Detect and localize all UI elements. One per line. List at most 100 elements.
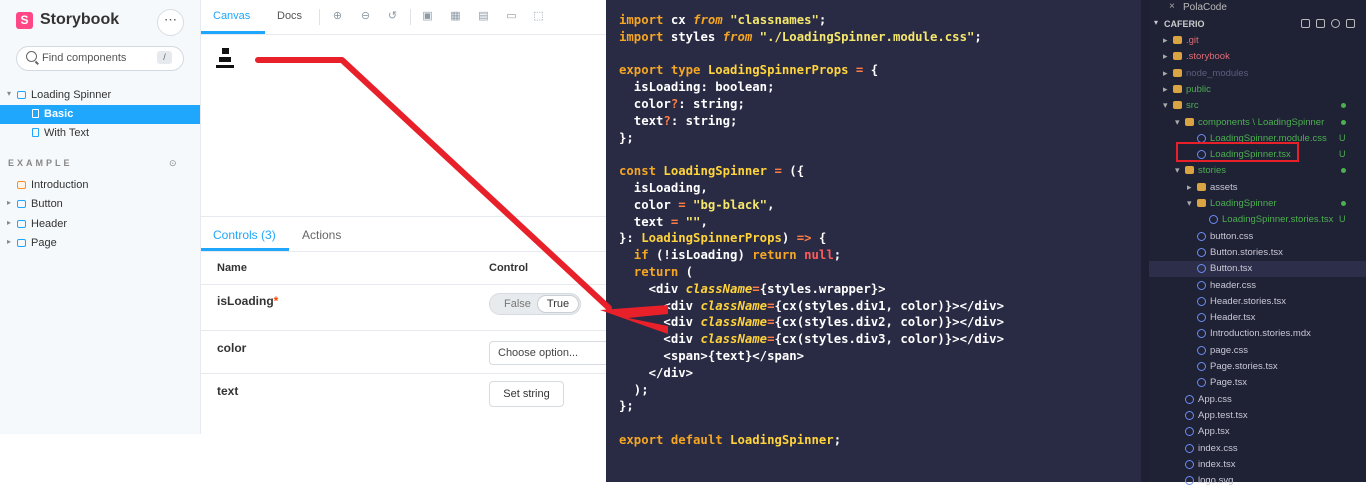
explorer-item[interactable]: ▾ LoadingSpinner — [1149, 196, 1366, 212]
explorer-item[interactable]: Button.tsx — [1149, 261, 1366, 278]
code-token: ({ — [781, 164, 805, 179]
code-token: styles — [663, 29, 723, 44]
code-token: "bg-black" — [685, 197, 768, 212]
code-token: if — [619, 248, 649, 263]
project-header[interactable]: ▾ CAFERIO — [1149, 16, 1366, 32]
explorer-item[interactable]: ▸ node_modules — [1149, 66, 1366, 82]
sidebar-item-introduction[interactable]: Introduction — [0, 176, 200, 195]
file-icon — [1185, 427, 1194, 437]
control-name: color — [217, 341, 247, 355]
explorer-item[interactable]: ▾ src — [1149, 98, 1366, 114]
explorer-item[interactable]: button.css — [1149, 229, 1366, 245]
close-icon[interactable]: × — [1169, 1, 1175, 12]
set-string-button[interactable]: Set string — [489, 381, 564, 407]
sidebar-item-header[interactable]: ▸ Header — [0, 215, 200, 234]
collapse-all-icon[interactable] — [1346, 19, 1355, 28]
explorer-item[interactable]: header.css — [1149, 278, 1366, 294]
explorer-item-label: Header.tsx — [1210, 312, 1256, 324]
code-token: isLoading — [619, 80, 701, 95]
explorer-item[interactable]: LoadingSpinner.module.css U — [1149, 131, 1366, 147]
sidebar-section-title[interactable]: EXAMPLE — [8, 158, 73, 168]
explorer-item[interactable]: logo.svg — [1149, 473, 1366, 489]
explorer-item[interactable]: ▸ .storybook — [1149, 49, 1366, 65]
chevron-right-icon: ▸ — [7, 237, 12, 246]
explorer-item[interactable]: ▾ stories — [1149, 163, 1366, 179]
boolean-toggle[interactable]: False True — [489, 293, 581, 315]
open-editor-item[interactable]: × PolaCode — [1149, 0, 1366, 16]
explorer-item[interactable]: Header.stories.tsx — [1149, 294, 1366, 310]
file-icon — [1197, 362, 1206, 371]
sidebar-item-page[interactable]: ▸ Page — [0, 234, 200, 253]
code-token: </div> — [619, 365, 694, 380]
toggle-true-option[interactable]: True — [537, 295, 579, 313]
code-token: import — [619, 13, 664, 27]
explorer-item[interactable]: App.tsx — [1149, 424, 1366, 440]
story-icon — [32, 109, 39, 118]
tab-actions[interactable]: Actions — [302, 228, 341, 242]
sidebar-story-basic[interactable]: Basic — [0, 105, 200, 124]
code-token: ) — [781, 231, 797, 246]
code-content[interactable]: import cx from "classnames"; import style… — [619, 12, 1004, 449]
code-token: {cx(styles.div3, color)}></div> — [774, 332, 1004, 347]
explorer-item[interactable]: index.tsx — [1149, 457, 1366, 473]
background-icon[interactable]: ▣ — [422, 11, 433, 22]
code-token: : string; — [670, 113, 738, 128]
measure-icon[interactable]: ▭ — [506, 11, 517, 22]
code-editor[interactable]: import cx from "classnames"; import style… — [606, 0, 1141, 482]
code-token: className — [685, 281, 753, 296]
explorer-item[interactable]: Page.stories.tsx — [1149, 359, 1366, 375]
new-folder-icon[interactable] — [1316, 19, 1325, 28]
explorer-item[interactable]: Introduction.stories.mdx — [1149, 326, 1366, 342]
menu-button[interactable]: ⋯ — [157, 9, 184, 36]
git-status-dot — [1341, 168, 1346, 174]
zoom-reset-icon[interactable]: ↺ — [387, 11, 398, 22]
explorer-item[interactable]: ▸ assets — [1149, 180, 1366, 196]
new-file-icon[interactable] — [1301, 19, 1310, 28]
code-token: boolean — [715, 80, 768, 95]
explorer-item[interactable]: App.css — [1149, 392, 1366, 408]
explorer-item[interactable]: LoadingSpinner.tsx U — [1149, 147, 1366, 163]
search-input[interactable]: Find components / — [16, 46, 184, 71]
addons-panel: Controls (3) Actions Name Control isLoad… — [201, 216, 607, 435]
explorer-item[interactable]: Button.stories.tsx — [1149, 245, 1366, 261]
sidebar-item-button[interactable]: ▸ Button — [0, 195, 200, 214]
sidebar-story-with-text[interactable]: With Text — [0, 124, 200, 143]
explorer-item[interactable]: Page.tsx — [1149, 375, 1366, 391]
tab-docs[interactable]: Docs — [277, 10, 302, 22]
refresh-icon[interactable] — [1331, 19, 1340, 28]
control-row-color: color Choose option... — [201, 331, 607, 374]
explorer-item[interactable]: LoadingSpinner.stories.tsx U — [1149, 212, 1366, 228]
explorer-item-label: assets — [1210, 181, 1238, 193]
explorer-item[interactable]: ▸ .git — [1149, 33, 1366, 49]
sidebar-group-loading-spinner[interactable]: ▾ Loading Spinner — [0, 86, 200, 105]
git-status-dot — [1341, 119, 1346, 125]
code-line: color?: string; — [619, 96, 1004, 113]
explorer-item[interactable]: App.test.tsx — [1149, 408, 1366, 424]
zoom-out-icon[interactable]: ⊖ — [360, 11, 371, 22]
chevron-down-icon: ▾ — [1175, 165, 1180, 176]
code-token: LoadingSpinnerProps — [641, 231, 782, 246]
explorer-item[interactable]: Header.tsx — [1149, 310, 1366, 326]
explorer-item[interactable]: page.css — [1149, 343, 1366, 359]
code-line: <span>{text}</span> — [619, 348, 1004, 365]
folder-icon — [1173, 101, 1182, 110]
outline-icon[interactable]: ⬚ — [533, 11, 544, 22]
tab-canvas[interactable]: Canvas — [213, 10, 250, 22]
toggle-false-option[interactable]: False — [504, 298, 531, 310]
grid-icon[interactable]: ▦ — [450, 11, 461, 22]
git-status-dot — [1341, 103, 1346, 109]
section-toggle-icon[interactable]: ⊙ — [169, 158, 177, 169]
story-canvas — [201, 35, 607, 216]
color-select[interactable]: Choose option... — [489, 341, 607, 365]
explorer-item-label: logo.svg — [1198, 475, 1234, 487]
storybook-brand[interactable]: S Storybook — [16, 11, 119, 29]
explorer-item[interactable]: ▾ components \ LoadingSpinner — [1149, 115, 1366, 131]
tab-controls[interactable]: Controls (3) — [213, 228, 276, 242]
explorer-item[interactable]: ▸ public — [1149, 82, 1366, 98]
zoom-in-icon[interactable]: ⊕ — [332, 11, 343, 22]
column-header-name: Name — [217, 262, 247, 274]
explorer-item[interactable]: index.css — [1149, 441, 1366, 457]
file-icon — [1185, 394, 1194, 404]
file-icon — [1197, 280, 1206, 290]
viewport-icon[interactable]: ▤ — [478, 11, 489, 22]
